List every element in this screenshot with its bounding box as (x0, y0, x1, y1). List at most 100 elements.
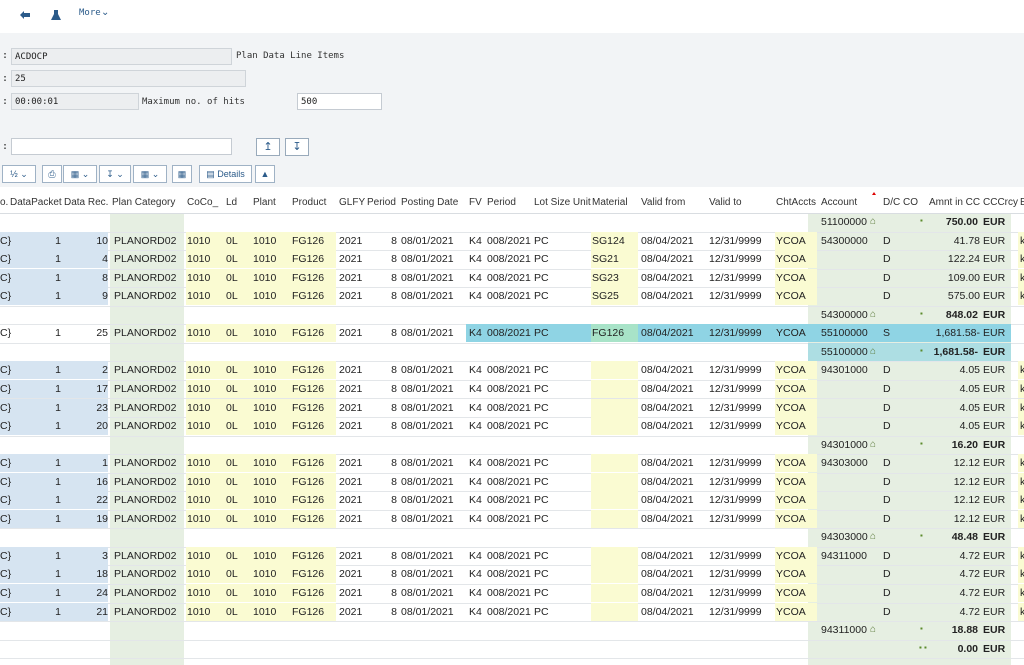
column-header[interactable]: Ld (226, 197, 237, 208)
cell-lot[interactable]: PC (534, 272, 549, 284)
cell-plant[interactable]: 1010 (253, 513, 276, 525)
cell-glfy[interactable]: 2021 (339, 290, 362, 302)
cell-coco[interactable]: 1010 (187, 587, 210, 599)
cell-c0[interactable]: C} (0, 364, 11, 376)
column-header[interactable]: Data Rec. (64, 197, 108, 208)
cell-account[interactable]: 54300000 (821, 235, 868, 247)
cell-lot[interactable]: PC (534, 476, 549, 488)
cell-c0[interactable]: C} (0, 494, 11, 506)
cell-rec[interactable]: 24 (96, 587, 108, 599)
cell-valid-to[interactable]: 12/31/9999 (709, 272, 762, 284)
cell-dc[interactable]: D (883, 290, 891, 302)
cell-ld[interactable]: 0L (226, 327, 238, 339)
cell-rec[interactable]: 8 (102, 272, 108, 284)
cell-amount[interactable]: 4.72 (960, 568, 980, 580)
cell-valid-to[interactable]: 12/31/9999 (709, 587, 762, 599)
cell-category[interactable]: PLANORD02 (114, 587, 176, 599)
cell-plant[interactable]: 1010 (253, 383, 276, 395)
cell-packet[interactable]: 1 (55, 587, 61, 599)
cell-valid-from[interactable]: 08/04/2021 (641, 253, 694, 265)
cell-posting-date[interactable]: 08/01/2021 (401, 364, 454, 376)
cell-ld[interactable]: 0L (226, 550, 238, 562)
cell-packet[interactable]: 1 (55, 476, 61, 488)
cell-coco[interactable]: 1010 (187, 494, 210, 506)
cell-valid-from[interactable]: 08/04/2021 (641, 568, 694, 580)
cell-plant[interactable]: 1010 (253, 420, 276, 432)
subtotal-row[interactable]: 54300000 ⌂ ▪ 848.02 EUR (0, 306, 1024, 326)
cell-product[interactable]: FG126 (292, 235, 324, 247)
cell-glfy[interactable]: 2021 (339, 550, 362, 562)
cell-dc[interactable]: D (883, 272, 891, 284)
cell-amount[interactable]: 12.12 (954, 457, 980, 469)
cell-plant[interactable]: 1010 (253, 235, 276, 247)
cell-lot[interactable]: PC (534, 290, 549, 302)
cell-fv[interactable]: K4 (469, 364, 482, 376)
cell-rec[interactable]: 3 (102, 550, 108, 562)
cell-fperiod[interactable]: 008/2021 (487, 235, 531, 247)
cell-e[interactable]: k (1020, 476, 1024, 488)
cell-glfy[interactable]: 2021 (339, 383, 362, 395)
cell-posting-date[interactable]: 08/01/2021 (401, 272, 454, 284)
cell-fv[interactable]: K4 (469, 327, 482, 339)
cell-c0[interactable]: C} (0, 253, 11, 265)
column-header[interactable]: Account (821, 197, 857, 208)
cell-amount[interactable]: 4.72 (960, 587, 980, 599)
cell-e[interactable]: k (1020, 272, 1024, 284)
cell-plant[interactable]: 1010 (253, 290, 276, 302)
cell-category[interactable]: PLANORD02 (114, 235, 176, 247)
cell-account[interactable]: 94303000 (821, 457, 868, 469)
column-header[interactable]: Material (592, 197, 628, 208)
cell-packet[interactable]: 1 (55, 420, 61, 432)
cell-fperiod[interactable]: 008/2021 (487, 457, 531, 469)
column-header[interactable]: Posting Date (401, 197, 458, 208)
column-header[interactable]: ChtAccts (776, 197, 816, 208)
cell-currency[interactable]: EUR (983, 587, 1005, 599)
cell-period[interactable]: 8 (391, 606, 397, 618)
cell-valid-to[interactable]: 12/31/9999 (709, 457, 762, 469)
cell-packet[interactable]: 1 (55, 606, 61, 618)
cell-currency[interactable]: EUR (983, 420, 1005, 432)
cell-lot[interactable]: PC (534, 550, 549, 562)
cell-lot[interactable]: PC (534, 253, 549, 265)
cell-valid-from[interactable]: 08/04/2021 (641, 364, 694, 376)
cell-e[interactable]: k (1020, 587, 1024, 599)
cell-ld[interactable]: 0L (226, 253, 238, 265)
cell-dc[interactable]: D (883, 402, 891, 414)
cell-lot[interactable]: PC (534, 235, 549, 247)
cell-posting-date[interactable]: 08/01/2021 (401, 290, 454, 302)
cell-valid-from[interactable]: 08/04/2021 (641, 402, 694, 414)
cell-posting-date[interactable]: 08/01/2021 (401, 235, 454, 247)
cell-rec[interactable]: 9 (102, 290, 108, 302)
column-header[interactable]: CCCrcy (983, 197, 1018, 208)
cell-fperiod[interactable]: 008/2021 (487, 327, 531, 339)
cell-chtaccts[interactable]: YCOA (776, 476, 806, 488)
cell-fv[interactable]: K4 (469, 290, 482, 302)
download-button[interactable]: ↧ (285, 138, 309, 156)
cell-rec[interactable]: 20 (96, 420, 108, 432)
cell-amount[interactable]: 4.05 (960, 383, 980, 395)
cell-valid-to[interactable]: 12/31/9999 (709, 494, 762, 506)
cell-glfy[interactable]: 2021 (339, 587, 362, 599)
cell-currency[interactable]: EUR (983, 327, 1005, 339)
chevron-down-icon[interactable]: ⌄ (101, 7, 109, 18)
cell-dc[interactable]: D (883, 235, 891, 247)
cell-chtaccts[interactable]: YCOA (776, 364, 806, 376)
cell-category[interactable]: PLANORD02 (114, 606, 176, 618)
column-header[interactable]: D/C CO (883, 197, 918, 208)
cell-coco[interactable]: 1010 (187, 606, 210, 618)
cell-chtaccts[interactable]: YCOA (776, 494, 806, 506)
cell-product[interactable]: FG126 (292, 290, 324, 302)
cell-material[interactable]: FG126 (592, 327, 624, 339)
cell-posting-date[interactable]: 08/01/2021 (401, 550, 454, 562)
cell-period[interactable]: 8 (391, 587, 397, 599)
cell-posting-date[interactable]: 08/01/2021 (401, 494, 454, 506)
subtotal-row[interactable]: 94303000 ⌂ ▪ 48.48 EUR (0, 528, 1024, 548)
cell-fv[interactable]: K4 (469, 587, 482, 599)
cell-rec[interactable]: 22 (96, 494, 108, 506)
cell-ld[interactable]: 0L (226, 383, 238, 395)
cell-category[interactable]: PLANORD02 (114, 327, 176, 339)
max-hits-input[interactable]: 500 (297, 93, 382, 110)
cell-amount[interactable]: 4.05 (960, 420, 980, 432)
cell-material[interactable]: SG124 (592, 235, 625, 247)
cell-coco[interactable]: 1010 (187, 513, 210, 525)
